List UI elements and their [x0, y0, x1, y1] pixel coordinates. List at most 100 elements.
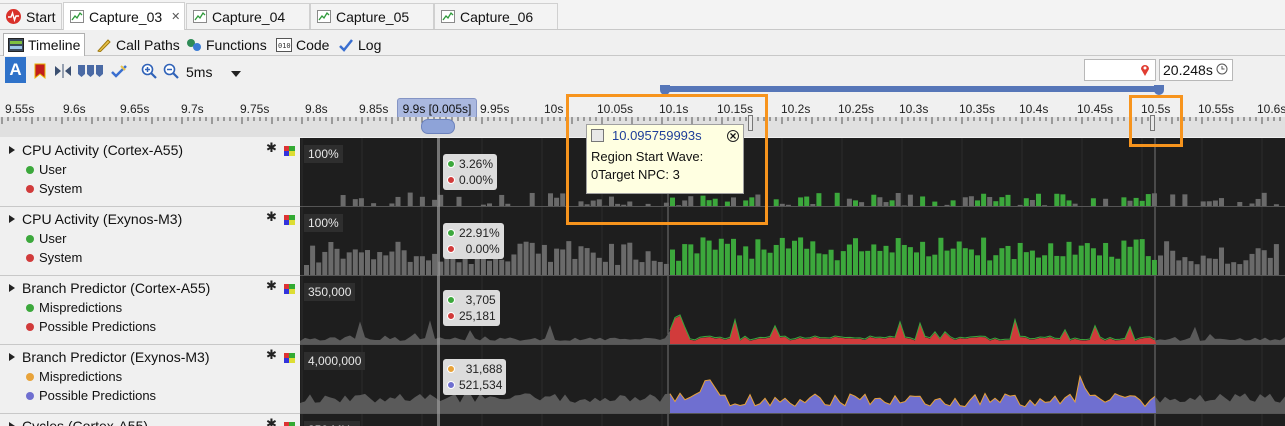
editor-tab-bar: Start Capture_03 ✕ Capture_04 Capture_05… — [0, 0, 1285, 30]
call-paths-icon — [96, 38, 112, 53]
tab-label: Capture_06 — [460, 8, 534, 25]
annotate-icon[interactable] — [110, 60, 128, 82]
range-slider-handle[interactable] — [1154, 85, 1164, 95]
legend-item: User — [26, 162, 66, 177]
legend-item: Possible Predictions — [26, 388, 156, 403]
gear-icon[interactable]: ✱ — [266, 140, 277, 156]
ruler-tick-label: 10.3s — [899, 102, 929, 116]
capture-icon — [193, 10, 207, 23]
range-slider[interactable] — [664, 86, 1160, 92]
track-chart[interactable]: 4,000,000 31,688 521,534 — [300, 345, 1285, 414]
ruler-tick-label: 9.65s — [120, 102, 150, 116]
color-swatch-icon[interactable] — [284, 212, 295, 225]
color-swatch-icon[interactable] — [284, 350, 295, 363]
track-max-label: 4,000,000 — [304, 352, 366, 370]
track-label[interactable]: CPU Activity (Cortex-A55) ✱ User System — [0, 138, 300, 207]
cursor-value-box: 3,705 25,181 — [443, 290, 500, 326]
legend-label: User — [39, 162, 67, 177]
tab-capture-04[interactable]: Capture_04 — [186, 3, 310, 29]
track-chart[interactable]: 350,000 3,705 25,181 — [300, 276, 1285, 345]
legend-label: System — [39, 250, 83, 265]
color-swatch-icon[interactable] — [284, 143, 295, 156]
view-tab-bar: Timeline Call Paths Functions 010 Code L… — [0, 31, 1285, 56]
cursor-line[interactable] — [437, 138, 440, 426]
expand-triangle-icon[interactable] — [9, 422, 15, 426]
color-swatch-icon[interactable] — [284, 281, 295, 294]
track-label[interactable]: Cycles (Cortex-A55) ✱ — [0, 414, 300, 426]
ruler-tick-label: 10.25s — [838, 102, 875, 116]
legend-dot-icon — [26, 303, 34, 312]
legend-dot-icon — [26, 253, 34, 262]
tab-log[interactable]: Log — [334, 33, 385, 56]
track-title: CPU Activity (Exynos-M3) — [22, 211, 183, 227]
tab-label: Capture_04 — [212, 8, 286, 25]
view-label: Timeline — [28, 37, 81, 53]
track-chart[interactable]: 350 MHz — [300, 414, 1285, 426]
tab-functions[interactable]: Functions — [182, 33, 271, 56]
markers-icon[interactable] — [76, 60, 106, 82]
track-chart[interactable]: 100% 22.91% 0.00% — [300, 207, 1285, 276]
value-dot-icon — [447, 160, 455, 168]
cursor-handle[interactable] — [421, 119, 455, 134]
cursor-value: 0.00% — [465, 242, 500, 256]
highlight-box — [566, 94, 768, 225]
gear-icon[interactable]: ✱ — [266, 416, 277, 426]
mode-a-button[interactable]: A — [5, 57, 26, 83]
tab-label: Start — [26, 8, 56, 25]
tab-timeline[interactable]: Timeline — [3, 33, 86, 56]
tab-code[interactable]: 010 Code — [272, 33, 333, 56]
track-max-label: 100% — [304, 145, 343, 163]
find-time-input[interactable] — [1084, 59, 1156, 81]
ruler-tick-label: 10.35s — [959, 102, 996, 116]
view-label: Code — [296, 36, 330, 53]
tab-capture-05[interactable]: Capture_05 — [310, 3, 434, 29]
tab-capture-06[interactable]: Capture_06 — [434, 3, 558, 29]
gear-icon[interactable]: ✱ — [266, 209, 277, 225]
gear-icon[interactable]: ✱ — [266, 278, 277, 294]
cursor-value: 3,705 — [465, 293, 496, 307]
tab-start[interactable]: Start — [0, 3, 62, 29]
expand-triangle-icon[interactable] — [9, 146, 15, 154]
ruler-tick-label: 10.45s — [1077, 102, 1114, 116]
legend-dot-icon — [26, 234, 34, 243]
split-icon[interactable] — [53, 60, 73, 82]
expand-triangle-icon[interactable] — [9, 284, 15, 292]
track-label[interactable]: Branch Predictor (Exynos-M3) ✱ Mispredic… — [0, 345, 300, 414]
view-label: Log — [358, 36, 382, 53]
bookmark-icon[interactable] — [32, 60, 48, 82]
tab-capture-03[interactable]: Capture_03 ✕ — [63, 2, 185, 30]
zoom-out-icon[interactable] — [162, 60, 180, 82]
start-icon — [6, 9, 21, 24]
track-label[interactable]: Branch Predictor (Cortex-A55) ✱ Mispredi… — [0, 276, 300, 345]
zoom-level-select[interactable]: 5ms — [183, 61, 245, 82]
cursor-value: 31,688 — [465, 362, 503, 376]
track-title: Branch Predictor (Exynos-M3) — [22, 349, 210, 365]
track-max-label: 350 MHz — [304, 421, 361, 426]
close-icon[interactable]: ✕ — [171, 10, 180, 23]
expand-triangle-icon[interactable] — [9, 215, 15, 223]
expand-triangle-icon[interactable] — [9, 353, 15, 361]
gear-icon[interactable]: ✱ — [266, 347, 277, 363]
legend-label: Mispredictions — [39, 300, 123, 315]
track-max-label: 350,000 — [304, 283, 356, 301]
tab-call-paths[interactable]: Call Paths — [92, 33, 184, 56]
cursor-value: 3.26% — [459, 157, 494, 171]
track-chart[interactable]: 100% 3.26% 0.00% — [300, 138, 1285, 207]
track-label[interactable]: CPU Activity (Exynos-M3) ✱ User System — [0, 207, 300, 276]
legend-dot-icon — [26, 184, 34, 193]
legend-item: System — [26, 250, 82, 265]
total-time-value: 20.248s — [1163, 62, 1213, 78]
cursor-value: 25,181 — [459, 309, 496, 323]
ruler-tick-label: 10.6s — [1257, 102, 1285, 116]
total-time-field: 20.248s — [1159, 59, 1233, 81]
zoom-in-icon[interactable] — [140, 60, 158, 82]
legend-label: Mispredictions — [39, 369, 123, 384]
capture-icon — [317, 10, 331, 23]
location-pin-icon — [1140, 63, 1150, 80]
value-dot-icon — [447, 381, 455, 389]
color-swatch-icon[interactable] — [284, 419, 295, 426]
legend-label: Possible Predictions — [39, 319, 157, 334]
code-icon: 010 — [276, 37, 292, 52]
functions-icon — [186, 38, 202, 52]
ruler-tick-label: 10.4s — [1019, 102, 1049, 116]
